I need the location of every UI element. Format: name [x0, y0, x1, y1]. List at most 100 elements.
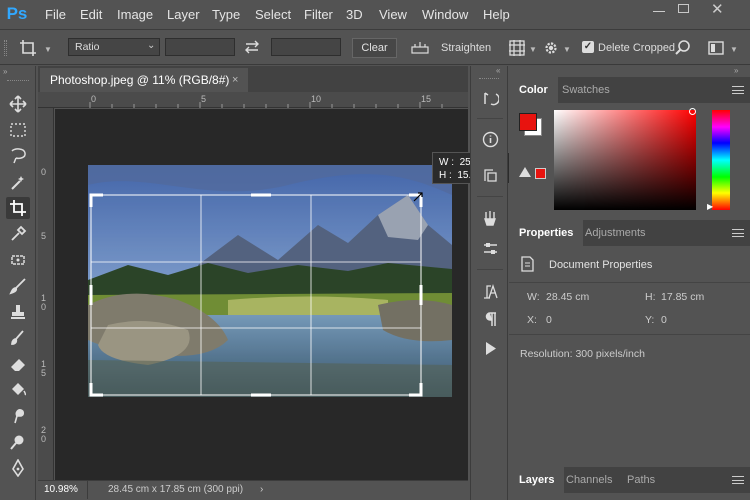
ruler-tick-label: 0: [91, 94, 97, 104]
panel-menu-icon[interactable]: [732, 476, 744, 484]
zoom-level[interactable]: 10.98%: [44, 481, 88, 499]
search-icon[interactable]: [674, 39, 692, 57]
history-icon[interactable]: [480, 88, 500, 108]
gear-icon[interactable]: [542, 39, 560, 57]
history-brush-icon[interactable]: [6, 327, 30, 349]
chevron-down-icon[interactable]: ▼: [529, 45, 537, 54]
foreground-color-swatch[interactable]: [519, 113, 537, 131]
healing-icon[interactable]: [6, 249, 30, 271]
properties-icon[interactable]: [480, 165, 500, 185]
tab-swatches[interactable]: Swatches: [552, 77, 620, 103]
ratio-height-input[interactable]: [271, 38, 341, 56]
ratio-select[interactable]: Ratio ⌄: [68, 38, 160, 56]
hue-slider[interactable]: [712, 110, 730, 210]
maximize-button[interactable]: [678, 4, 689, 13]
character-icon[interactable]: [480, 281, 500, 301]
width-value[interactable]: 28.45 cm: [546, 291, 589, 303]
ratio-width-input[interactable]: [165, 38, 235, 56]
chevron-down-icon: ⌄: [147, 40, 156, 51]
delete-cropped-checkbox[interactable]: ✓: [582, 41, 594, 53]
status-bar: 10.98% 28.45 cm x 17.85 cm (300 ppi) ›: [38, 480, 468, 500]
properties-panel: Document Properties W: 28.45 cm H: 17.85…: [509, 246, 750, 466]
crop-icon[interactable]: [6, 197, 30, 219]
collapse-icon[interactable]: «: [496, 66, 500, 75]
pen-icon[interactable]: [6, 457, 30, 479]
resolution-text: Resolution: 300 pixels/inch: [520, 348, 645, 360]
menu-type[interactable]: Type: [212, 7, 240, 22]
width-label: W :: [439, 157, 454, 168]
panel-menu-icon[interactable]: [732, 86, 744, 94]
divider: [509, 334, 750, 335]
clear-button[interactable]: Clear: [352, 38, 397, 58]
crop-box[interactable]: [88, 165, 452, 397]
actions-icon[interactable]: [480, 338, 500, 358]
ratio-select-value: Ratio: [75, 41, 100, 53]
grip-icon: [479, 78, 499, 79]
y-value[interactable]: 0: [661, 314, 667, 326]
ruler-tick-label: 10: [311, 94, 322, 104]
tab-adjustments[interactable]: Adjustments: [575, 220, 656, 246]
close-tab-icon[interactable]: ×: [232, 68, 238, 92]
tab-channels[interactable]: Channels: [556, 467, 622, 493]
stamp-icon[interactable]: [6, 301, 30, 323]
delete-cropped-label: Delete Cropped: [598, 42, 676, 54]
eyedropper-icon[interactable]: [6, 223, 30, 245]
x-value[interactable]: 0: [546, 314, 552, 326]
chevron-down-icon[interactable]: ▼: [44, 45, 52, 54]
move-icon[interactable]: [6, 93, 30, 115]
paint-bucket-icon[interactable]: [6, 379, 30, 401]
menu-filter[interactable]: Filter: [304, 7, 333, 22]
paragraph-icon[interactable]: [480, 309, 500, 329]
tab-color[interactable]: Color: [509, 77, 558, 103]
menu-select[interactable]: Select: [255, 7, 291, 22]
eraser-icon[interactable]: [6, 353, 30, 375]
properties-title: Document Properties: [549, 259, 653, 271]
overlay-grid-icon[interactable]: [507, 38, 527, 58]
minimize-button[interactable]: [653, 11, 665, 12]
lasso-icon[interactable]: [6, 145, 30, 167]
ruler-tick-label: 0: [41, 167, 47, 177]
brush-presets-icon[interactable]: [480, 208, 500, 228]
dodge-icon[interactable]: [6, 431, 30, 453]
close-window-button[interactable]: ✕: [711, 0, 724, 18]
menu-3d[interactable]: 3D: [346, 7, 363, 22]
horizontal-ruler: 0 5 10 15: [38, 92, 468, 108]
tab-paths[interactable]: Paths: [617, 467, 665, 493]
canvas-area[interactable]: [55, 109, 468, 480]
menu-window[interactable]: Window: [422, 7, 468, 22]
color-panel: ▶: [509, 103, 750, 211]
adjust-icon[interactable]: [480, 238, 500, 258]
chevron-down-icon[interactable]: ▼: [563, 45, 571, 54]
info-icon[interactable]: [480, 129, 500, 149]
menu-image[interactable]: Image: [117, 7, 153, 22]
menu-file[interactable]: File: [45, 7, 66, 22]
smudge-icon[interactable]: [6, 405, 30, 427]
menu-edit[interactable]: Edit: [80, 7, 102, 22]
menu-help[interactable]: Help: [483, 7, 510, 22]
menu-bar: Ps File Edit Image Layer Type Select Fil…: [0, 0, 750, 30]
crop-preset-icon[interactable]: [18, 38, 40, 58]
chevron-right-icon[interactable]: ›: [260, 481, 263, 499]
height-value[interactable]: 17.85 cm: [661, 291, 704, 303]
menu-layer[interactable]: Layer: [167, 7, 200, 22]
marquee-icon[interactable]: [6, 119, 30, 141]
brush-icon[interactable]: [6, 275, 30, 297]
straighten-icon[interactable]: [410, 39, 430, 57]
document-tab[interactable]: Photoshop.jpeg @ 11% (RGB/8#) ×: [40, 68, 248, 92]
workspace-icon[interactable]: [707, 39, 725, 57]
hue-slider-handle[interactable]: ▶: [707, 202, 713, 211]
color-field[interactable]: [554, 108, 696, 210]
gamut-color-swatch[interactable]: [535, 168, 546, 179]
tab-properties[interactable]: Properties: [509, 220, 584, 246]
color-picker-handle[interactable]: [689, 108, 696, 115]
collapse-icon[interactable]: »: [734, 66, 738, 75]
menu-view[interactable]: View: [379, 7, 407, 22]
warning-icon[interactable]: [519, 167, 531, 177]
chevron-down-icon[interactable]: ▼: [730, 45, 738, 54]
divider: [509, 282, 750, 283]
panel-menu-icon[interactable]: [732, 229, 744, 237]
swap-icon[interactable]: [243, 39, 261, 55]
straighten-label[interactable]: Straighten: [441, 42, 491, 54]
quick-select-icon[interactable]: [6, 171, 30, 193]
collapse-icon[interactable]: »: [3, 67, 7, 76]
